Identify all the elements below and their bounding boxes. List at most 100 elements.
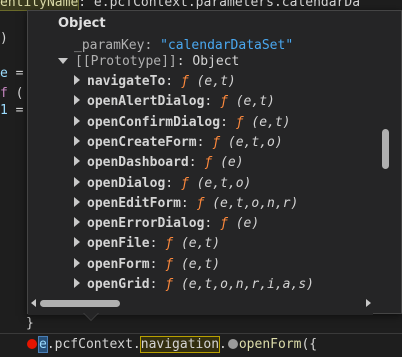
code-fragment-var-e: e — [0, 66, 8, 81]
method-colon: : — [149, 277, 158, 292]
param-key-sep: : — [144, 38, 161, 53]
function-symbol: ƒ — [180, 175, 189, 191]
method-row[interactable]: openCreateForm: ƒ (e,t,o) — [74, 133, 283, 153]
code-fragment-var-1: 1 — [0, 103, 8, 118]
method-row[interactable]: openAlertDialog: ƒ (e,t) — [74, 92, 275, 112]
code-fragment-paren: ) — [0, 31, 8, 46]
method-params: (e,t) — [196, 74, 236, 89]
method-colon: : — [204, 216, 213, 232]
navigation-token[interactable]: navigation — [139, 336, 221, 353]
method-name: openCreateForm — [87, 134, 197, 150]
prototype-value: : Object — [176, 54, 240, 69]
method-name: openDashboard — [87, 155, 189, 171]
current-line: e.pcfContext.navigation. openForm({ — [0, 333, 402, 357]
code-line-top-rest: : e.pcfContext.parameters.calendarDa — [78, 0, 361, 10]
method-params: (e,t,o,n,r) — [212, 195, 299, 211]
method-row[interactable]: openFile: ƒ (e,t) — [74, 234, 220, 254]
method-params: (e,t) — [180, 256, 221, 272]
closing-brace-text: } — [26, 316, 34, 331]
vertical-scrollbar-thumb[interactable] — [382, 129, 389, 169]
code-fragment-4: 1 = — [0, 101, 23, 121]
chevron-right-icon[interactable] — [74, 75, 80, 85]
chevron-right-icon[interactable] — [74, 95, 80, 106]
chevron-right-icon[interactable] — [74, 278, 80, 288]
method-params: (e,t) — [235, 94, 275, 110]
breakpoint-icon[interactable] — [27, 339, 37, 349]
method-colon: : — [149, 256, 158, 272]
method-row[interactable]: openConfirmDialog: ƒ (e,t) — [74, 113, 291, 133]
param-key-name: _paramKey — [74, 38, 145, 53]
function-symbol: ƒ — [196, 195, 205, 211]
method-params: (e,t,o) — [227, 134, 283, 150]
function-symbol: ƒ — [220, 216, 228, 232]
entity-name-token: entityName — [0, 0, 80, 11]
code-fragment-if: f — [0, 86, 8, 101]
function-symbol: ƒ — [165, 256, 174, 272]
method-name: openErrorDialog — [87, 216, 205, 232]
method-colon: : — [188, 155, 197, 171]
function-symbol: ƒ — [235, 114, 244, 130]
code-fragment-1: ) — [0, 29, 8, 49]
method-row[interactable]: openEditForm: ƒ (e,t,o,n,r) — [74, 194, 298, 214]
horizontal-scrollbar-thumb[interactable] — [40, 300, 120, 307]
current-line-member: .pcfContext. — [46, 337, 141, 352]
function-symbol: ƒ — [212, 134, 221, 150]
method-name: openAlertDialog — [87, 94, 205, 110]
function-symbol: ƒ — [165, 277, 174, 292]
scroll-left-icon[interactable] — [31, 299, 36, 307]
code-fragment-assign: = — [7, 66, 24, 81]
method-colon: : — [220, 114, 228, 130]
method-name: openConfirmDialog — [87, 114, 221, 130]
chevron-right-icon[interactable] — [74, 176, 80, 187]
chevron-right-icon[interactable] — [74, 257, 80, 268]
function-symbol: ƒ — [165, 236, 174, 252]
debug-hover-tooltip[interactable]: Object _paramKey: "calendarDataSet" [[Pr… — [27, 10, 402, 315]
code-fragment-2: e = — [0, 64, 23, 84]
method-name: openDialog — [87, 175, 166, 191]
open-form-call[interactable]: openForm — [239, 337, 302, 352]
chevron-down-icon[interactable] — [58, 58, 68, 64]
method-colon: : — [165, 74, 174, 89]
method-row[interactable]: openDialog: ƒ (e,t,o) — [74, 174, 251, 194]
chevron-right-icon[interactable] — [74, 115, 80, 126]
chevron-right-icon[interactable] — [74, 217, 80, 228]
chevron-right-icon[interactable] — [74, 156, 80, 167]
current-line-code: e.pcfContext.navigation. openForm({ — [25, 335, 317, 355]
method-colon: : — [180, 195, 189, 211]
method-params: (e) — [220, 155, 244, 171]
current-line-dot: . — [219, 337, 227, 352]
method-name: openForm — [87, 256, 150, 272]
method-params: (e,t) — [180, 236, 221, 252]
method-row[interactable]: openGrid: ƒ (e,t,o,n,r,i,a,s) — [74, 275, 314, 295]
method-name: navigateTo — [87, 74, 166, 89]
param-key-value: "calendarDataSet" — [160, 38, 294, 53]
chevron-right-icon[interactable] — [74, 196, 80, 207]
method-row[interactable]: openForm: ƒ (e,t) — [74, 255, 220, 275]
inline-breakpoint-icon[interactable] — [227, 339, 238, 349]
method-row[interactable]: openErrorDialog: ƒ (e) — [74, 214, 259, 234]
current-line-end: ({ — [301, 337, 318, 352]
hover-target-e[interactable]: e — [38, 336, 48, 353]
method-row[interactable]: navigateTo: ƒ (e,t) — [74, 72, 236, 92]
chevron-right-icon[interactable] — [74, 237, 80, 248]
method-params: (e,t) — [251, 114, 291, 130]
scroll-right-icon[interactable] — [366, 299, 371, 307]
function-symbol: ƒ — [204, 155, 213, 171]
chevron-right-icon[interactable] — [74, 135, 80, 146]
prototype-row[interactable]: [[Prototype]]: Object — [58, 52, 239, 72]
method-params: (e) — [235, 216, 260, 232]
code-fragment-open-paren: ( — [7, 86, 24, 101]
method-row[interactable]: openDashboard: ƒ (e) — [74, 153, 244, 173]
method-name: openFile — [87, 236, 150, 252]
method-params: (e,t,o) — [196, 175, 252, 191]
method-name: openGrid — [87, 277, 150, 292]
method-name: openEditForm — [87, 195, 181, 211]
method-colon: : — [204, 94, 213, 110]
prototype-label: [[Prototype]] — [75, 54, 177, 69]
method-colon: : — [149, 236, 158, 252]
code-fragment-assign-2: = — [7, 103, 24, 118]
method-colon: : — [196, 134, 205, 150]
method-colon: : — [165, 175, 174, 191]
tooltip-title: Object — [58, 16, 106, 31]
function-symbol: ƒ — [180, 74, 189, 89]
